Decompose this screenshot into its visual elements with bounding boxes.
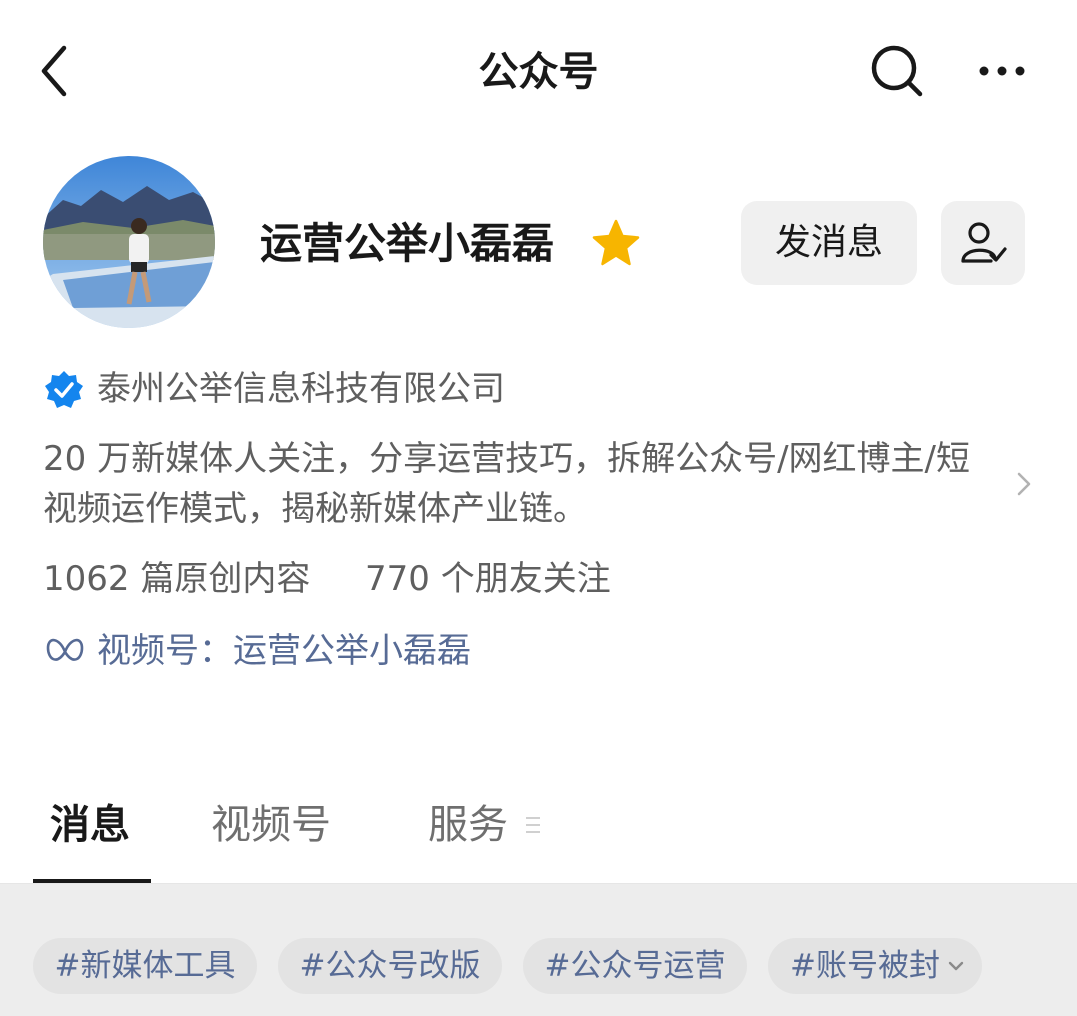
more-options-icon[interactable] (970, 50, 1034, 92)
account-name: 运营公举小磊磊 (260, 219, 555, 268)
channels-butterfly-icon (44, 632, 86, 672)
star-icon (590, 218, 642, 268)
search-icon[interactable] (864, 40, 928, 102)
follow-button[interactable] (941, 201, 1025, 285)
tab-services[interactable]: 服务 (428, 795, 508, 855)
menu-lines-icon (524, 813, 542, 837)
avatar[interactable] (43, 156, 215, 328)
send-message-button[interactable]: 发消息 (741, 201, 917, 285)
chevron-right-icon[interactable] (1010, 466, 1038, 502)
tag-chip[interactable]: #公众号改版 (278, 938, 502, 994)
tab-messages[interactable]: 消息 (50, 795, 130, 855)
tab-channels[interactable]: 视频号 (211, 795, 331, 855)
verified-company-name: 泰州公举信息科技有限公司 (97, 369, 505, 409)
tag-chip[interactable]: #公众号运营 (523, 938, 747, 994)
user-check-icon (961, 222, 1007, 263)
channels-link[interactable]: 视频号：运营公举小磊磊 (97, 624, 471, 678)
chevron-down-icon[interactable] (945, 955, 967, 977)
tag-chip[interactable]: #新媒体工具 (33, 938, 257, 994)
verified-badge-icon (44, 370, 84, 410)
account-description[interactable]: 20 万新媒体人关注，分享运营技巧，拆解公众号/网红博主/短视频运作模式，揭秘新… (43, 434, 1003, 534)
friends-following-count[interactable]: 770 个朋友关注 (365, 552, 611, 606)
original-articles-count: 1062 篇原创内容 (43, 559, 311, 599)
